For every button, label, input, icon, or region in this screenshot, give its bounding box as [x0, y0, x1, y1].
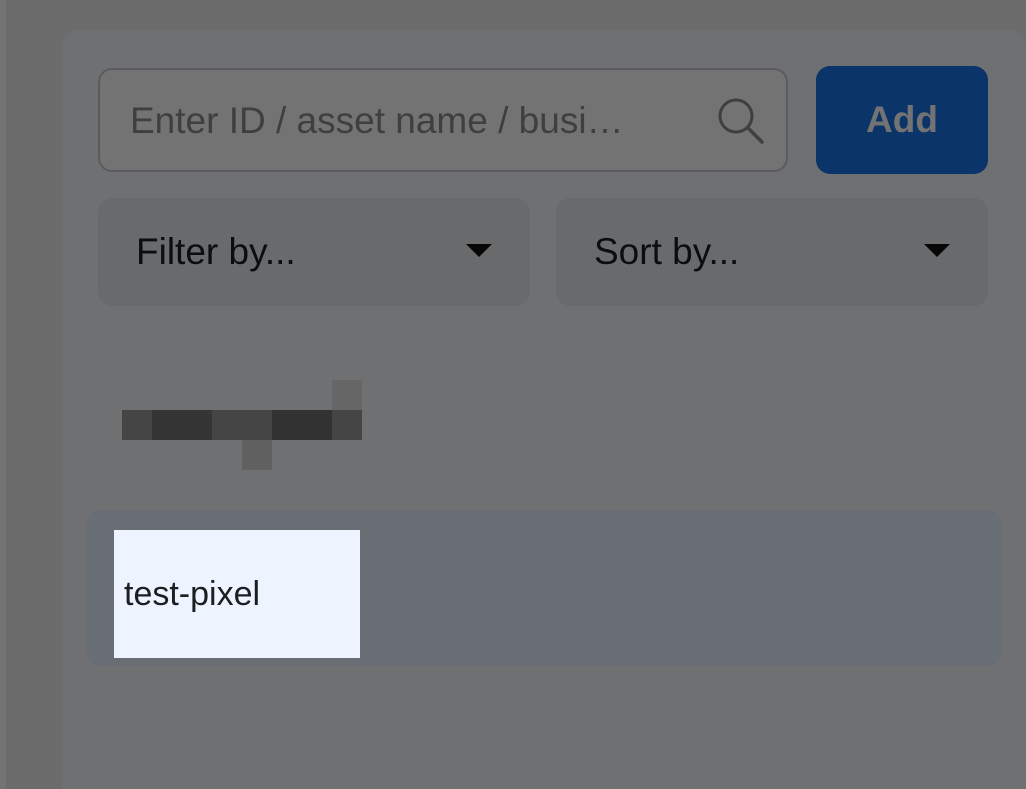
sort-label: Sort by...: [594, 231, 740, 272]
redacted-block: [272, 410, 332, 440]
redacted-block: [242, 440, 272, 470]
search-field[interactable]: [98, 68, 788, 172]
search-input[interactable]: [128, 70, 692, 172]
filter-label: Filter by...: [136, 231, 296, 272]
left-edge-strip: [0, 0, 6, 789]
filter-dropdown[interactable]: Filter by...: [98, 198, 530, 306]
caret-down-icon: [466, 244, 492, 257]
redacted-block: [152, 410, 212, 440]
list-item-label: test-pixel: [124, 574, 261, 613]
sort-dropdown[interactable]: Sort by...: [556, 198, 988, 306]
redacted-block: [332, 380, 362, 410]
add-button[interactable]: Add: [816, 66, 988, 174]
list-item[interactable]: test-pixel: [114, 530, 360, 658]
search-icon[interactable]: [712, 92, 768, 148]
redacted-item[interactable]: [122, 380, 364, 470]
caret-down-icon: [924, 244, 950, 257]
